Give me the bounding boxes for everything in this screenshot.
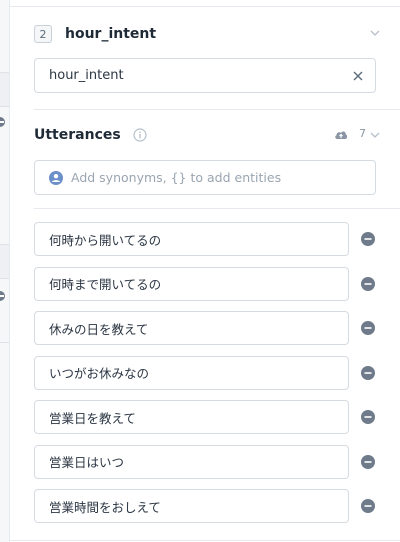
remove-icon[interactable]	[361, 321, 375, 335]
utterance-field[interactable]: 営業日はいつ	[34, 444, 349, 479]
intent-name-field[interactable]	[34, 58, 376, 93]
divider	[10, 6, 400, 7]
remove-icon[interactable]	[361, 410, 375, 424]
adjacent-panel-strip	[0, 0, 10, 542]
utterance-field[interactable]: 何時まで開いてるの	[34, 266, 349, 301]
intent-header[interactable]: 2 hour_intent	[34, 20, 380, 48]
list-item: 営業日はいつ	[34, 444, 380, 479]
user-icon	[49, 170, 63, 185]
utterances-title: Utterances	[34, 127, 121, 143]
remove-icon[interactable]	[0, 291, 5, 301]
remove-icon[interactable]	[361, 365, 375, 380]
utterance-field[interactable]: いつがお休みなの	[34, 355, 349, 390]
list-item: いつがお休みなの	[34, 355, 380, 390]
intent-name-input[interactable]	[49, 68, 329, 83]
strip-segment	[0, 244, 9, 278]
upload-icon[interactable]	[334, 128, 348, 141]
intent-number-badge: 2	[34, 25, 52, 43]
synonyms-field[interactable]	[34, 160, 376, 195]
remove-icon[interactable]	[361, 276, 375, 291]
info-icon[interactable]	[133, 128, 147, 142]
remove-icon[interactable]	[361, 499, 375, 513]
list-item: 休みの日を教えて	[34, 311, 380, 345]
utterance-field[interactable]: 営業時間をおしえて	[34, 489, 349, 523]
chevron-down-icon[interactable]	[370, 130, 380, 140]
divider	[34, 208, 400, 209]
remove-icon[interactable]	[0, 117, 5, 127]
strip-divider	[0, 342, 9, 343]
remove-icon[interactable]	[361, 232, 375, 246]
close-icon[interactable]	[353, 71, 363, 81]
strip-divider	[0, 278, 9, 279]
remove-icon[interactable]	[361, 454, 375, 469]
chevron-down-icon[interactable]	[370, 28, 380, 38]
utterance-field[interactable]: 営業日を教えて	[34, 400, 349, 434]
strip-divider	[0, 244, 9, 245]
intent-panel: 2 hour_intent Utterances 7	[10, 0, 400, 542]
strip-divider	[0, 106, 9, 107]
utterances-header: Utterances 7	[34, 124, 380, 146]
list-item: 何時から開いてるの	[34, 222, 380, 256]
synonyms-input[interactable]	[71, 170, 361, 185]
list-item: 何時まで開いてるの	[34, 266, 380, 301]
intent-title: hour_intent	[65, 26, 157, 42]
utterance-field[interactable]: 休みの日を教えて	[34, 311, 349, 345]
strip-divider	[0, 72, 9, 73]
divider	[10, 540, 400, 541]
utterance-field[interactable]: 何時から開いてるの	[34, 222, 349, 256]
list-item: 営業時間をおしえて	[34, 489, 380, 523]
list-item: 営業日を教えて	[34, 400, 380, 434]
utterances-count: 7	[359, 127, 366, 140]
divider	[34, 109, 400, 110]
strip-segment	[0, 72, 9, 106]
